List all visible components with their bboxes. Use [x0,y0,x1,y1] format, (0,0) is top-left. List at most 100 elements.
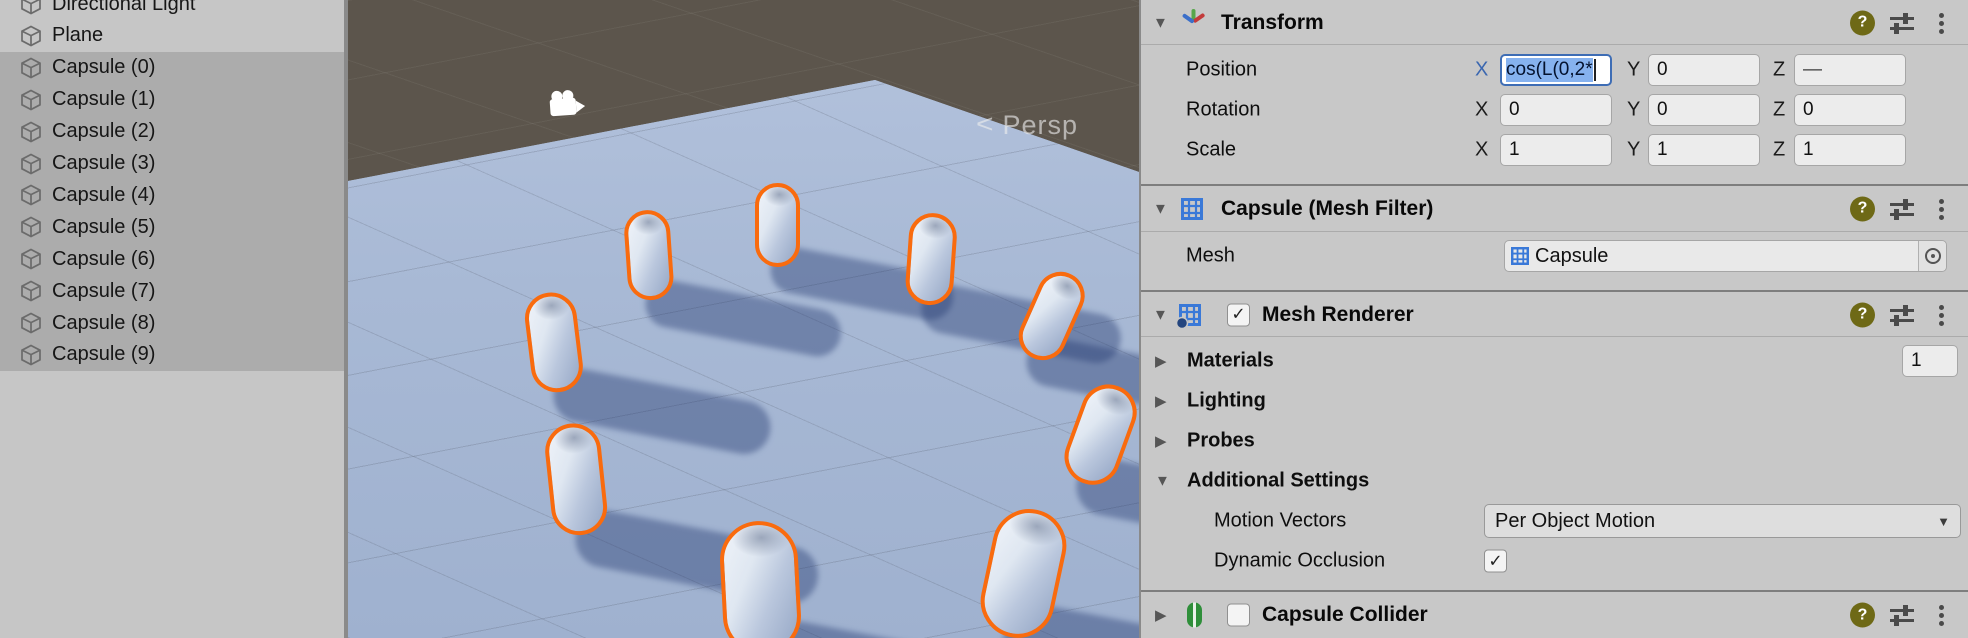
motion-vectors-row: Motion Vectors Per Object Motion ▼ [1141,501,1968,541]
position-z-axis-label: Z [1773,59,1785,82]
mesh-row: Mesh Capsule [1141,236,1968,276]
hierarchy-item-plane[interactable]: Plane [0,20,344,52]
dynamic-occlusion-checkbox[interactable]: ✓ [1484,550,1507,573]
hierarchy-item-label: Capsule (6) [52,248,155,271]
lighting-label: Lighting [1187,390,1266,413]
transform-title: Transform [1221,11,1324,35]
capsule-collider-title: Capsule Collider [1262,603,1428,627]
scale-y-axis-label: Y [1627,139,1640,162]
dropdown-arrow-icon: ▼ [1937,514,1950,529]
scale-x-field[interactable]: 1 [1500,134,1612,166]
foldout-open-icon[interactable]: ▼ [1153,200,1168,217]
additional-settings-row[interactable]: ▼ Additional Settings [1141,461,1968,501]
rotation-label: Rotation [1186,99,1261,122]
dynamic-occlusion-label: Dynamic Occlusion [1214,550,1385,573]
kebab-menu-icon[interactable] [1935,197,1947,221]
scale-x-axis-label: X [1475,139,1488,162]
presets-icon[interactable] [1890,199,1914,219]
position-x-field[interactable]: cos(L(0,2* [1500,54,1612,86]
camera-gizmo-icon[interactable] [549,89,591,122]
hierarchy-item-label: Capsule (0) [52,56,155,79]
help-icon[interactable]: ? [1850,10,1875,35]
probes-row[interactable]: ▶ Probes [1141,421,1968,461]
mesh-object-field[interactable]: Capsule [1504,240,1947,272]
cube-icon [19,183,43,207]
scene-capsule-1[interactable] [623,209,675,302]
camera-lens [576,100,586,113]
dynamic-occlusion-row: Dynamic Occlusion ✓ [1141,541,1968,581]
hierarchy-item-label: Plane [52,24,103,47]
hierarchy-item-capsule-5[interactable]: Capsule (5) [0,211,344,243]
hierarchy-item-label: Capsule (5) [52,216,155,239]
scene-capsule-0[interactable] [755,183,800,267]
cube-icon [19,279,43,303]
inspector-panel: ▼ Transform ? Position X cos(L(0,2* [1139,0,1968,638]
foldout-closed-icon[interactable]: ▶ [1155,606,1167,624]
foldout-open-icon[interactable]: ▼ [1153,14,1168,31]
capsule-collider-icon [1187,603,1202,628]
lighting-row[interactable]: ▶ Lighting [1141,381,1968,421]
scale-z-axis-label: Z [1773,139,1785,162]
rotation-y-field[interactable]: 0 [1648,94,1760,126]
hierarchy-item-label: Capsule (8) [52,312,155,335]
capsule-collider-enabled-checkbox[interactable] [1227,604,1250,627]
hierarchy-item-capsule-0[interactable]: Capsule (0) [0,52,344,84]
foldout-open-icon[interactable]: ▼ [1155,473,1170,490]
position-y-field[interactable]: 0 [1648,54,1760,86]
scene-view[interactable]: < Persp X Z [348,0,1139,638]
help-icon[interactable]: ? [1850,603,1875,628]
mesh-renderer-title: Mesh Renderer [1262,303,1414,327]
foldout-open-icon[interactable]: ▼ [1153,306,1168,323]
scale-row: Scale X 1 Y 1 Z 1 [1141,130,1968,170]
hierarchy-item-capsule-9[interactable]: Capsule (9) [0,339,344,371]
hierarchy-item-directional-light[interactable]: Directional Light [0,0,344,20]
scene-capsule-7[interactable] [718,519,803,638]
rotation-x-field[interactable]: 0 [1500,94,1612,126]
capsule-collider-header[interactable]: ▶ Capsule Collider ? [1141,592,1968,638]
help-icon[interactable]: ? [1850,302,1875,327]
mesh-renderer-header[interactable]: ▼ ✓ Mesh Renderer ? [1141,292,1968,337]
mesh-renderer-enabled-checkbox[interactable]: ✓ [1227,303,1250,326]
cube-icon [19,215,43,239]
materials-row[interactable]: ▶ Materials 1 [1141,341,1968,381]
scale-y-field[interactable]: 1 [1648,134,1760,166]
materials-count-field[interactable]: 1 [1902,345,1958,377]
hierarchy-item-capsule-1[interactable]: Capsule (1) [0,84,344,116]
hierarchy-item-capsule-2[interactable]: Capsule (2) [0,116,344,148]
transform-header[interactable]: ▼ Transform ? [1141,0,1968,45]
presets-icon[interactable] [1890,305,1914,325]
orientation-gizmo[interactable]: X Z [948,0,1138,90]
motion-vectors-dropdown[interactable]: Per Object Motion ▼ [1484,504,1961,538]
scale-z-field[interactable]: 1 [1794,134,1906,166]
hierarchy-item-capsule-3[interactable]: Capsule (3) [0,148,344,180]
cube-icon [19,56,43,80]
scene-capsule-2[interactable] [904,212,958,307]
hierarchy-item-capsule-4[interactable]: Capsule (4) [0,179,344,211]
mesh-filter-icon [1181,198,1203,220]
position-z-field[interactable]: — [1794,54,1906,86]
presets-icon[interactable] [1890,13,1914,33]
kebab-menu-icon[interactable] [1935,303,1947,327]
foldout-closed-icon[interactable]: ▶ [1155,432,1167,450]
rotation-z-field[interactable]: 0 [1794,94,1906,126]
kebab-menu-icon[interactable] [1935,11,1947,35]
motion-vectors-label: Motion Vectors [1214,510,1346,533]
position-x-axis-label: X [1475,59,1488,82]
hierarchy-item-capsule-8[interactable]: Capsule (8) [0,307,344,339]
mesh-filter-header[interactable]: ▼ Capsule (Mesh Filter) ? [1141,186,1968,231]
rotation-y-axis-label: Y [1627,99,1640,122]
hierarchy-item-label: Capsule (7) [52,280,155,303]
object-picker-icon[interactable] [1918,241,1946,271]
hierarchy-item-label: Capsule (9) [52,343,155,366]
mesh-label: Mesh [1186,245,1235,268]
hierarchy-item-capsule-7[interactable]: Capsule (7) [0,275,344,307]
cube-icon [19,120,43,144]
hierarchy-item-capsule-6[interactable]: Capsule (6) [0,243,344,275]
perspective-label[interactable]: < Persp [976,108,1078,142]
foldout-closed-icon[interactable]: ▶ [1155,392,1167,410]
kebab-menu-icon[interactable] [1935,603,1947,627]
mesh-filter-title: Capsule (Mesh Filter) [1221,197,1433,221]
presets-icon[interactable] [1890,605,1914,625]
help-icon[interactable]: ? [1850,196,1875,221]
foldout-closed-icon[interactable]: ▶ [1155,352,1167,370]
